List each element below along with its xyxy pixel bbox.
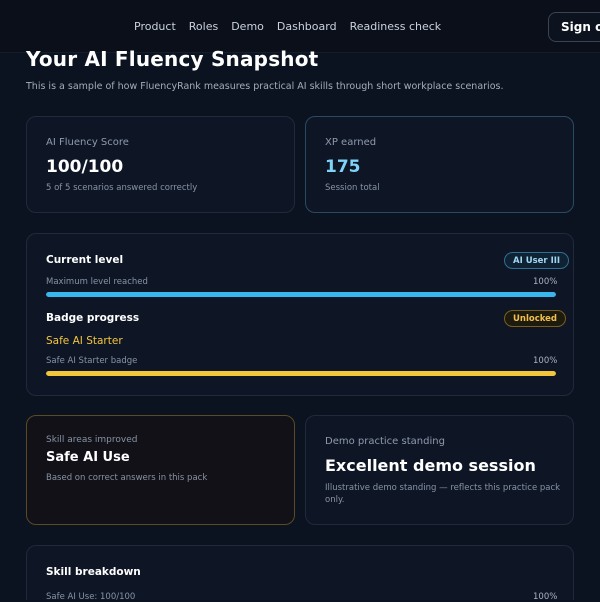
- level-caption: Maximum level reached: [46, 277, 148, 287]
- nav-link-roles[interactable]: Roles: [189, 20, 218, 33]
- xp-value: 175: [325, 157, 361, 177]
- skill-breakdown-row-percent: 100%: [533, 592, 558, 602]
- badge-progress-fill: [46, 371, 556, 376]
- skill-areas-value: Safe AI Use: [46, 450, 130, 465]
- standing-detail-line-1: Illustrative demo standing — reflects th…: [325, 483, 561, 493]
- standing-card: Demo practice standing Excellent demo se…: [305, 415, 574, 525]
- level-badge: AI User III: [504, 252, 570, 269]
- badge-name: Safe AI Starter: [46, 335, 123, 347]
- nav-link-dashboard[interactable]: Dashboard: [277, 20, 337, 33]
- current-level-title: Current level: [46, 254, 124, 266]
- sign-in-button[interactable]: Sign on: [548, 12, 600, 42]
- score-card: AI Fluency Score 100/100 5 of 5 scenario…: [26, 116, 295, 213]
- skill-areas-label: Skill areas improved: [46, 435, 138, 445]
- score-detail: 5 of 5 scenarios answered correctly: [46, 183, 198, 193]
- standing-value: Excellent demo session: [325, 456, 536, 475]
- level-progress-fill: [46, 292, 556, 297]
- badge-caption: Safe AI Starter badge: [46, 356, 138, 366]
- xp-label: XP earned: [325, 137, 377, 148]
- nav-link-readiness-check[interactable]: Readiness check: [350, 20, 442, 33]
- score-label: AI Fluency Score: [46, 137, 129, 148]
- nav-link-product[interactable]: Product: [134, 20, 176, 33]
- standing-label: Demo practice standing: [325, 436, 445, 447]
- page-title: Your AI Fluency Snapshot: [26, 47, 319, 71]
- xp-card: XP earned 175 Session total: [305, 116, 574, 213]
- skill-breakdown-title: Skill breakdown: [46, 566, 141, 578]
- badge-percent: 100%: [533, 356, 558, 366]
- xp-detail: Session total: [325, 183, 380, 193]
- level-progress-bar: [46, 292, 556, 297]
- badge-progress-title: Badge progress: [46, 312, 140, 324]
- skill-breakdown-card: Skill breakdown Safe AI Use: 100/100 100…: [26, 545, 574, 602]
- nav-link-demo[interactable]: Demo: [231, 20, 264, 33]
- badge-progress-bar: [46, 371, 556, 376]
- badge-status: Unlocked: [504, 310, 567, 327]
- skill-areas-detail: Based on correct answers in this pack: [46, 473, 208, 483]
- standing-detail-line-2: only.: [325, 495, 345, 505]
- skill-areas-card: Skill areas improved Safe AI Use Based o…: [26, 415, 295, 525]
- skill-breakdown-row-label: Safe AI Use: 100/100: [46, 592, 136, 602]
- score-value: 100/100: [46, 157, 124, 177]
- nav-links: Product Roles Demo Dashboard Readiness c…: [134, 20, 441, 33]
- page-subtitle: This is a sample of how FluencyRank meas…: [26, 81, 504, 92]
- level-percent: 100%: [533, 277, 558, 287]
- progress-card: Current level AI User III Maximum level …: [26, 233, 574, 396]
- top-nav: Product Roles Demo Dashboard Readiness c…: [0, 0, 600, 53]
